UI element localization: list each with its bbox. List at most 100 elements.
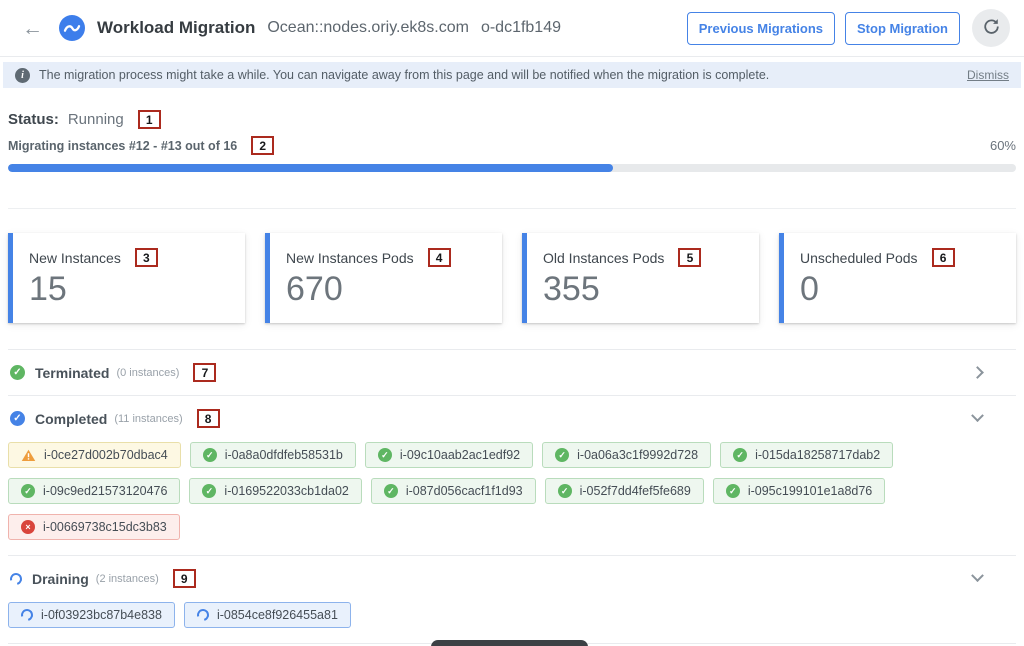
annotation-marker: 5	[678, 248, 701, 267]
stat-card-value: 0	[800, 271, 1000, 308]
instance-id: i-09c9ed21573120476	[43, 484, 167, 498]
warning-triangle-icon	[21, 448, 36, 463]
check-circle-icon: ✓	[384, 484, 398, 498]
instance-id: i-0a8a0dfdfeb58531b	[225, 448, 343, 462]
instance-id: i-095c199101e1a8d76	[748, 484, 872, 498]
progress-fill	[8, 164, 613, 172]
info-icon: i	[15, 68, 30, 83]
instance-chip[interactable]: ✓ i-0a8a0dfdfeb58531b	[190, 442, 356, 468]
refresh-button[interactable]	[972, 9, 1010, 47]
instance-id: i-087d056cacf1f1d93	[406, 484, 523, 498]
stat-card-value: 670	[286, 271, 486, 308]
instance-id: i-09c10aab2ac1edf92	[400, 448, 520, 462]
stat-card: Unscheduled Pods 6 0	[779, 233, 1016, 323]
instance-chip[interactable]: i-0f03923bc87b4e838	[8, 602, 175, 628]
stat-card-value: 15	[29, 271, 229, 308]
annotation-marker: 9	[173, 569, 196, 588]
check-circle-icon: ✓	[733, 448, 747, 462]
stat-cards-row: New Instances 3 15 New Instances Pods 4 670 Ol…	[8, 233, 1016, 323]
progress-percent: 60%	[990, 138, 1016, 153]
instance-chip[interactable]: ✓i-0169522033cb1da02	[189, 478, 361, 504]
stat-card-label: Old Instances Pods	[543, 250, 664, 266]
check-circle-icon: ✓	[21, 484, 35, 498]
section-title: Completed	[35, 411, 107, 427]
refresh-icon	[982, 17, 1001, 39]
stat-card-label: New Instances Pods	[286, 250, 414, 266]
status-value: Running	[68, 111, 124, 128]
banner-message: The migration process might take a while…	[39, 68, 769, 82]
instance-id: i-052f7dd4fef5fe689	[580, 484, 691, 498]
instance-chip[interactable]: i-0854ce8f926455a81	[184, 602, 351, 628]
ocean-logo-icon	[59, 15, 85, 41]
previous-migrations-button[interactable]: Previous Migrations	[687, 12, 835, 45]
instance-id: i-0169522033cb1da02	[224, 484, 348, 498]
annotation-marker: 3	[135, 248, 158, 267]
header: ← Workload Migration Ocean::nodes.oriy.e…	[0, 0, 1024, 57]
progress-bar	[8, 164, 1016, 172]
partial-tooltip	[431, 640, 588, 646]
instance-chip[interactable]: × i-00669738c15dc3b83	[8, 514, 180, 540]
stat-card: New Instances 3 15	[8, 233, 245, 323]
section-count: (0 instances)	[116, 367, 179, 379]
instance-id: i-0a06a3c1f9992d728	[577, 448, 698, 462]
main-content: Status: Running 1 Migrating instances #1…	[0, 110, 1024, 646]
instance-chip[interactable]: ✓i-015da18258717dab2	[720, 442, 893, 468]
sections: ✓ Terminated (0 instances) 7 ✓ Completed (11 i…	[8, 349, 1016, 646]
check-green-icon: ✓	[10, 365, 25, 380]
instance-chip[interactable]: ✓ i-095c199101e1a8d76	[713, 478, 885, 504]
chevron-right-icon[interactable]	[971, 366, 984, 379]
spinner-icon	[10, 573, 22, 585]
instance-id: i-00669738c15dc3b83	[43, 520, 167, 534]
chevron-down-icon[interactable]	[971, 569, 984, 582]
status-label: Status:	[8, 111, 59, 128]
annotation-marker: 6	[932, 248, 955, 267]
section-count: (2 instances)	[96, 573, 159, 585]
annotation-marker-1: 1	[138, 110, 161, 129]
annotation-marker-2: 2	[251, 136, 274, 155]
section-header-draining[interactable]: Draining (2 instances) 9	[8, 556, 1016, 601]
stop-migration-button[interactable]: Stop Migration	[845, 12, 960, 45]
notification-banner: i The migration process might take a whi…	[3, 62, 1021, 88]
instance-chip-list: i-0f03923bc87b4e838 i-0854ce8f926455a81	[8, 601, 1016, 643]
back-arrow-icon[interactable]: ←	[22, 18, 43, 39]
spinner-icon	[21, 609, 33, 621]
instance-chip[interactable]: ✓ i-0a06a3c1f9992d728	[542, 442, 711, 468]
section-header-completed[interactable]: ✓ Completed (11 instances) 8	[8, 396, 1016, 441]
section-title: Draining	[32, 571, 89, 587]
dismiss-link[interactable]: Dismiss	[967, 68, 1009, 82]
cluster-name: Ocean::nodes.oriy.ek8s.com	[267, 19, 469, 37]
section-draining: Draining (2 instances) 9 i-0f03923bc87b4e83…	[8, 555, 1016, 643]
migration-detail-text: Migrating instances #12 - #13 out of 16	[8, 139, 237, 153]
check-circle-icon: ✓	[555, 448, 569, 462]
section-count: (11 instances)	[114, 413, 182, 425]
migration-detail-row: Migrating instances #12 - #13 out of 16 …	[8, 136, 1016, 155]
instance-id: i-0f03923bc87b4e838	[41, 608, 162, 622]
instance-chip[interactable]: ✓ i-052f7dd4fef5fe689	[545, 478, 704, 504]
annotation-marker: 8	[197, 409, 220, 428]
check-blue-icon: ✓	[10, 411, 25, 426]
check-circle-icon: ✓	[558, 484, 572, 498]
migration-id: o-dc1fb149	[481, 19, 561, 37]
section-completed: ✓ Completed (11 instances) 8 i-0ce27d002b70d…	[8, 395, 1016, 555]
instance-chip[interactable]: ✓ i-09c10aab2ac1edf92	[365, 442, 533, 468]
error-circle-icon: ×	[21, 520, 35, 534]
check-circle-icon: ✓	[378, 448, 392, 462]
check-circle-icon: ✓	[726, 484, 740, 498]
section-title: Terminated	[35, 365, 109, 381]
instance-chip[interactable]: ✓ i-09c9ed21573120476	[8, 478, 180, 504]
annotation-marker: 7	[193, 363, 216, 382]
instance-id: i-0854ce8f926455a81	[217, 608, 338, 622]
instance-id: i-0ce27d002b70dbac4	[44, 448, 168, 462]
section-terminated: ✓ Terminated (0 instances) 7	[8, 349, 1016, 395]
stat-card-label: New Instances	[29, 250, 121, 266]
stat-card: Old Instances Pods5355	[522, 233, 759, 323]
instance-chip-list: i-0ce27d002b70dbac4✓i-0a8a0dfdfeb58531b✓…	[8, 441, 1016, 555]
section-header-terminated[interactable]: ✓ Terminated (0 instances) 7	[8, 350, 1016, 395]
stat-card-label: Unscheduled Pods	[800, 250, 918, 266]
annotation-marker: 4	[428, 248, 451, 267]
instance-chip[interactable]: i-0ce27d002b70dbac4	[8, 442, 181, 468]
instance-chip[interactable]: ✓ i-087d056cacf1f1d93	[371, 478, 536, 504]
check-circle-icon: ✓	[203, 448, 217, 462]
status-row: Status: Running 1	[8, 110, 1016, 129]
chevron-down-icon[interactable]	[971, 409, 984, 422]
